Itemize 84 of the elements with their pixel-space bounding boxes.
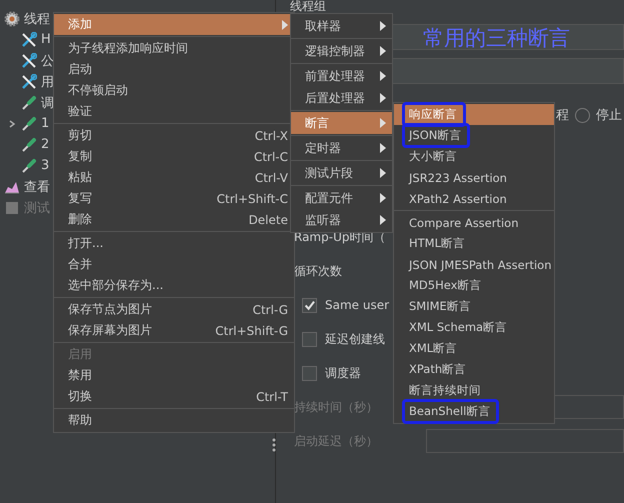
menu-item[interactable]: 为子线程添加响应时间 [54, 38, 294, 59]
split-handle-icon[interactable] [272, 438, 276, 452]
menu-item[interactable]: XML Schema断言 [394, 317, 554, 338]
tree-item[interactable]: 调 [41, 94, 54, 112]
submenu-arrow-icon [380, 71, 386, 81]
menu-item[interactable]: 测试片段 [291, 162, 392, 184]
menu-item[interactable]: XPath2 Assertion [394, 188, 554, 209]
submenu-arrow-icon [380, 21, 386, 31]
tree-item[interactable]: H [41, 32, 51, 47]
radio-button[interactable] [575, 108, 590, 122]
option-label: 程 [556, 107, 569, 124]
menu-item[interactable]: 剪切 Ctrl-X [54, 125, 294, 146]
menu-item[interactable]: 大小断言 [394, 146, 554, 167]
menu-item[interactable]: 粘贴 Ctrl-V [54, 167, 294, 188]
menu-item[interactable]: 复写 Ctrl+Shift-C [54, 188, 294, 209]
crossed-tools-icon [21, 74, 37, 90]
tree-item[interactable]: 用 [41, 72, 54, 90]
menu-item[interactable]: SMIME断言 [394, 296, 554, 317]
menu-item[interactable]: JSON断言 [394, 125, 554, 146]
menu-item[interactable]: 合并 [54, 254, 294, 275]
submenu-arrow-icon [380, 143, 386, 153]
menu-item[interactable]: XML断言 [394, 338, 554, 359]
submenu-arrow-icon [380, 168, 386, 178]
submenu-arrow-icon [380, 193, 386, 203]
input-field[interactable] [426, 429, 624, 453]
submenu-arrow-icon [380, 93, 386, 103]
menu-item[interactable]: 不停顿启动 [54, 80, 294, 101]
field-label: 持续时间（秒） [294, 398, 378, 416]
dropper-icon [21, 158, 37, 174]
menu-item[interactable]: 后置处理器 [291, 87, 392, 109]
menu-item[interactable]: 切换 Ctrl-T [54, 386, 294, 407]
menu-item[interactable]: JSON JMESPath Assertion [394, 254, 554, 275]
field-label: 启动延迟（秒） [294, 432, 378, 450]
menu-item[interactable]: 定时器 [291, 137, 392, 159]
checkbox-label: Same user [325, 298, 390, 312]
crossed-tools-icon [21, 52, 37, 68]
menu-item[interactable]: 取样器 [291, 15, 392, 37]
dropper-icon [21, 136, 37, 152]
menu-item[interactable]: 断言 [291, 112, 392, 134]
option-label: 停止 [596, 107, 622, 124]
menu-item[interactable]: 复制 Ctrl-C [54, 146, 294, 167]
checkbox[interactable] [302, 332, 317, 346]
tree-item[interactable]: 线程 [24, 10, 50, 28]
menu-item[interactable]: 保存节点为图片 Ctrl-G [54, 299, 294, 320]
tree-item[interactable]: 3 [41, 158, 50, 173]
menu-item[interactable]: 帮助 [54, 410, 294, 431]
checkbox[interactable] [302, 366, 317, 380]
menu-item[interactable]: 监听器 [291, 209, 392, 231]
checkbox[interactable] [302, 298, 317, 312]
menu-item[interactable]: XPath断言 [394, 359, 554, 380]
menu-item[interactable]: 打开... [54, 233, 294, 254]
menu-item[interactable]: HTML断言 [394, 233, 554, 254]
menu-item[interactable]: 逻辑控制器 [291, 40, 392, 62]
menu-item[interactable]: 保存屏幕为图片 Ctrl+Shift-G [54, 320, 294, 341]
tree-item[interactable]: 查看 [24, 178, 50, 196]
menu-item[interactable]: JSR223 Assertion [394, 167, 554, 188]
menu-item[interactable]: 响应断言 [394, 104, 554, 125]
menu-item[interactable]: BeanShell断言 [394, 401, 554, 422]
menu-item[interactable]: 前置处理器 [291, 65, 392, 87]
crossed-tools-icon [21, 32, 37, 48]
menu-item[interactable]: Compare Assertion [394, 212, 554, 233]
document-icon [4, 200, 20, 216]
dropper-icon [21, 116, 37, 132]
menu-item[interactable]: 启动 [54, 59, 294, 80]
menu-item[interactable]: 删除 Delete [54, 209, 294, 230]
annotation-text: 常用的三种断言 [423, 25, 570, 52]
gear-icon [4, 10, 20, 26]
submenu-arrow-icon [380, 215, 386, 225]
menu-item[interactable]: 禁用 [54, 365, 294, 386]
tree-item[interactable]: 2 [41, 137, 50, 152]
checkbox-label: 延迟创建线 [325, 330, 385, 348]
dropper-icon [21, 94, 37, 110]
menu-item[interactable]: 选中部分保存为... [54, 275, 294, 296]
submenu-arrow-icon [380, 118, 386, 128]
field-label: 循环次数 [294, 262, 342, 280]
checkbox-label: 调度器 [325, 364, 361, 382]
submenu-arrow-icon [380, 46, 386, 56]
tree-item[interactable]: 公 [41, 52, 54, 70]
panel-title: 线程组 [290, 0, 327, 12]
menu-item[interactable]: MD5Hex断言 [394, 275, 554, 296]
tree-item[interactable]: 1 [41, 116, 50, 131]
menu-item[interactable]: 断言持续时间 [394, 380, 554, 401]
menu-item[interactable]: 验证 [54, 101, 294, 122]
menu-item[interactable]: 配置元件 [291, 187, 392, 209]
